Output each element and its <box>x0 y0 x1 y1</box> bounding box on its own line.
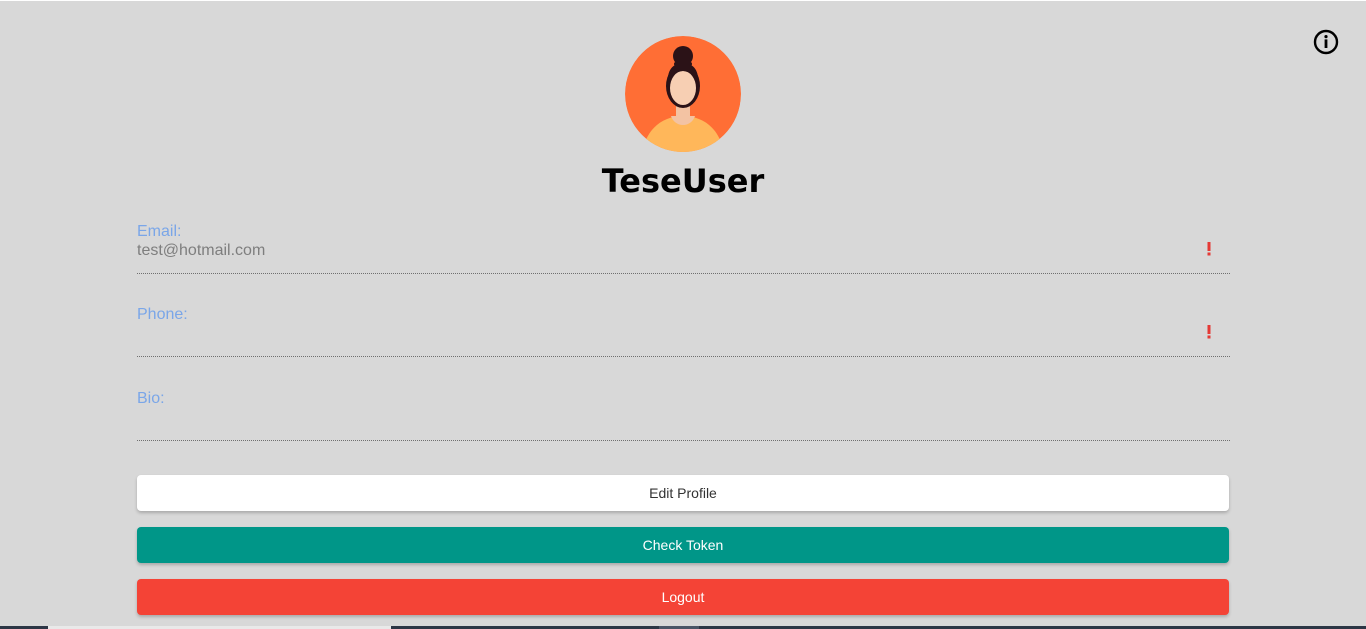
avatar-icon <box>625 36 741 152</box>
edit-profile-button[interactable]: Edit Profile <box>137 475 1229 511</box>
phone-field[interactable]: Phone: <box>137 306 1230 357</box>
bio-label: Bio: <box>137 390 165 407</box>
email-field[interactable]: Email: test@hotmail.com <box>137 223 1230 274</box>
exclamation-icon <box>1206 324 1212 340</box>
exclamation-icon <box>1206 241 1212 257</box>
phone-label: Phone: <box>137 306 188 323</box>
avatar <box>625 36 741 152</box>
info-button[interactable] <box>1312 29 1340 57</box>
email-value: test@hotmail.com <box>137 242 266 259</box>
bio-field[interactable]: Bio: <box>137 390 1230 441</box>
top-border <box>0 0 1366 1</box>
profile-username: TeseUser <box>601 162 765 200</box>
email-label: Email: <box>137 223 182 240</box>
logout-button[interactable]: Logout <box>137 579 1229 615</box>
info-icon <box>1313 29 1339 55</box>
check-token-button[interactable]: Check Token <box>137 527 1229 563</box>
